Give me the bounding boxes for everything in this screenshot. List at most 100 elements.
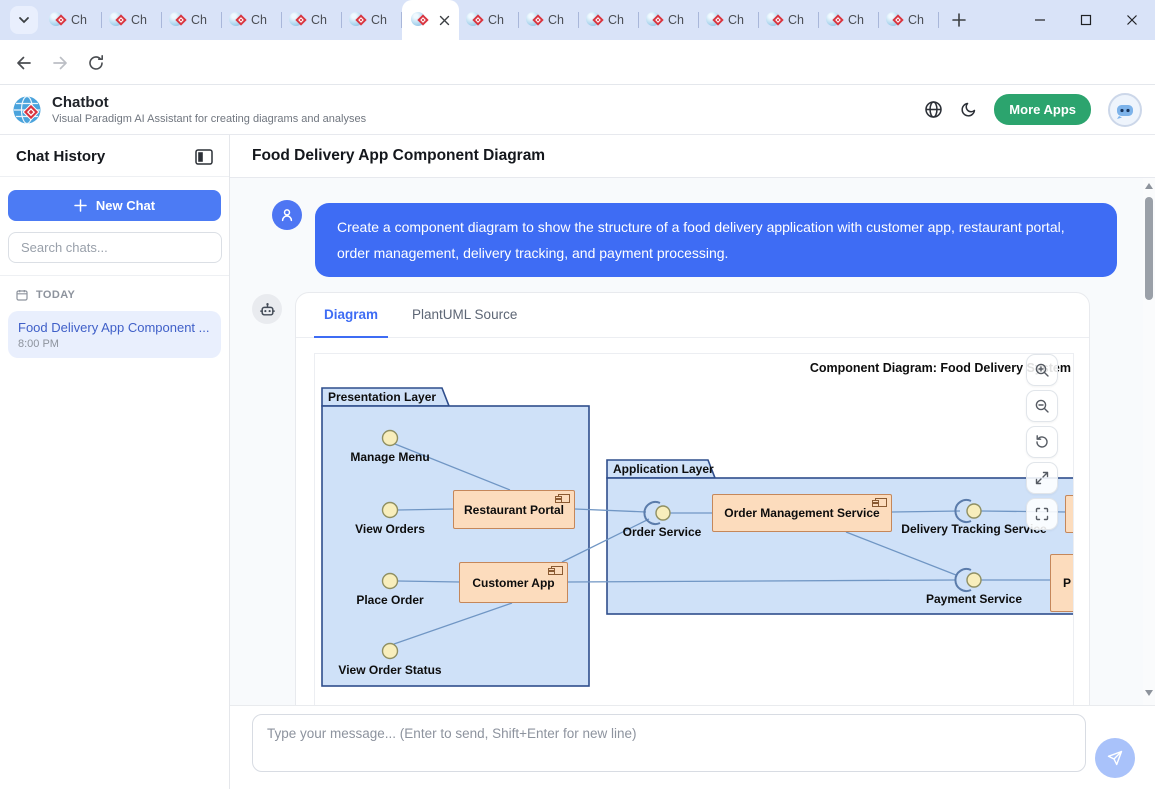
package-label-application: Application Layer [613, 462, 714, 476]
app-header: Chatbot Visual Paradigm AI Assistant for… [0, 85, 1155, 135]
tab-plantuml-source[interactable]: PlantUML Source [402, 293, 527, 337]
app-subtitle: Visual Paradigm AI Assistant for creatin… [52, 112, 366, 126]
minimize-icon [1034, 14, 1046, 26]
browser-tab[interactable]: Ch [459, 0, 519, 40]
card-tab-bar: Diagram PlantUML Source [296, 293, 1089, 338]
plus-icon [952, 13, 966, 27]
scrollbar-up-arrow[interactable] [1145, 183, 1153, 189]
browser-tab[interactable]: Ch [42, 0, 102, 40]
assistant-response-card: Diagram PlantUML Source [295, 292, 1090, 705]
assistant-widget-button[interactable] [1108, 93, 1142, 127]
tab-search-button[interactable] [10, 6, 38, 34]
diagram-zoom-in-button[interactable] [1026, 354, 1058, 386]
site-favicon [169, 12, 185, 28]
composer [230, 705, 1155, 789]
browser-tab[interactable]: Ch [759, 0, 819, 40]
browser-tab-active[interactable] [402, 0, 459, 40]
window-minimize-button[interactable] [1017, 0, 1063, 40]
tab-strip: Ch Ch Ch Ch Ch Ch Ch Ch Ch Ch Ch Ch Ch C… [0, 0, 1155, 40]
browser-tab[interactable]: Ch [162, 0, 222, 40]
browser-tab[interactable]: Ch [519, 0, 579, 40]
sidebar: Chat History New Chat TODAY Food Deliver… [0, 135, 230, 789]
browser-tab[interactable]: Ch [639, 0, 699, 40]
browser-tab[interactable]: Ch [699, 0, 759, 40]
chat-item-time: 8:00 PM [18, 338, 211, 350]
browser-tab[interactable]: Ch [879, 0, 939, 40]
interface-label-place-order: Place Order [330, 593, 450, 607]
window-controls [1017, 0, 1155, 40]
more-apps-button[interactable]: More Apps [994, 94, 1091, 125]
chat-history-item[interactable]: Food Delivery App Component ... 8:00 PM [8, 311, 221, 358]
component-clipped-bottom: P [1050, 554, 1074, 612]
language-button[interactable] [924, 100, 943, 119]
robot-icon [259, 301, 276, 318]
new-chat-button[interactable]: New Chat [8, 190, 221, 221]
window-maximize-button[interactable] [1063, 0, 1109, 40]
main-panel: Food Delivery App Component Diagram Crea… [230, 135, 1155, 789]
window-close-button[interactable] [1109, 0, 1155, 40]
diagram-zoom-out-button[interactable] [1026, 390, 1058, 422]
user-icon [279, 207, 295, 223]
site-favicon [109, 12, 125, 28]
component-icon [551, 566, 563, 575]
page-title: Food Delivery App Component Diagram [230, 135, 1155, 178]
interface-label-view-order-status: View Order Status [320, 663, 460, 677]
reset-rotate-icon [1034, 434, 1050, 450]
site-favicon [646, 12, 662, 28]
zoom-out-icon [1034, 398, 1050, 414]
scrollbar-down-arrow[interactable] [1145, 690, 1153, 696]
site-favicon [411, 12, 427, 28]
forward-button[interactable] [48, 51, 72, 75]
scrollbar-thumb[interactable] [1145, 197, 1153, 300]
site-favicon [826, 12, 842, 28]
browser-tab[interactable]: Ch [282, 0, 342, 40]
send-plane-icon [1106, 749, 1124, 767]
diagram-canvas[interactable]: Component Diagram: Food Delivery System … [314, 353, 1074, 705]
chat-scroll-area: Create a component diagram to show the s… [230, 178, 1155, 705]
visual-paradigm-logo [12, 95, 42, 125]
site-favicon [466, 12, 482, 28]
section-label: TODAY [36, 289, 75, 301]
site-favicon [766, 12, 782, 28]
component-clipped-top [1065, 495, 1074, 533]
chatbot-face-icon [1113, 98, 1137, 122]
sidebar-title: Chat History [16, 148, 105, 165]
browser-tab[interactable]: Ch [819, 0, 879, 40]
component-icon [875, 498, 887, 507]
fullscreen-brackets-icon [1034, 506, 1050, 522]
dark-mode-button[interactable] [960, 101, 977, 118]
browser-tab[interactable]: Ch [342, 0, 402, 40]
send-button[interactable] [1095, 738, 1135, 778]
globe-icon [924, 100, 943, 119]
assistant-avatar [252, 294, 282, 324]
back-button[interactable] [12, 51, 36, 75]
site-favicon [886, 12, 902, 28]
expand-icon [1034, 470, 1050, 486]
tab-close-icon[interactable] [439, 15, 450, 26]
forward-icon [50, 53, 70, 73]
reload-icon [87, 54, 105, 72]
app-title: Chatbot [52, 94, 366, 112]
browser-window: Ch Ch Ch Ch Ch Ch Ch Ch Ch Ch Ch Ch Ch C… [0, 0, 1155, 789]
diagram-reset-button[interactable] [1026, 426, 1058, 458]
browser-tab[interactable]: Ch [222, 0, 282, 40]
close-icon [1126, 14, 1138, 26]
chat-item-title: Food Delivery App Component ... [18, 320, 211, 335]
component-icon [558, 494, 570, 503]
site-favicon [526, 12, 542, 28]
browser-tab[interactable]: Ch [102, 0, 162, 40]
new-tab-button[interactable] [945, 6, 973, 34]
search-chats-input[interactable] [8, 232, 222, 263]
diagram-fullscreen-button[interactable] [1026, 498, 1058, 530]
maximize-icon [1080, 14, 1092, 26]
component-order-management: Order Management Service [712, 494, 892, 532]
site-favicon [229, 12, 245, 28]
message-input[interactable] [252, 714, 1086, 772]
reload-button[interactable] [84, 51, 108, 75]
diagram-expand-button[interactable] [1026, 462, 1058, 494]
interface-label-view-orders: View Orders [330, 522, 450, 536]
sidebar-collapse-button[interactable] [195, 149, 213, 165]
site-favicon [706, 12, 722, 28]
tab-diagram[interactable]: Diagram [314, 293, 388, 337]
browser-tab[interactable]: Ch [579, 0, 639, 40]
